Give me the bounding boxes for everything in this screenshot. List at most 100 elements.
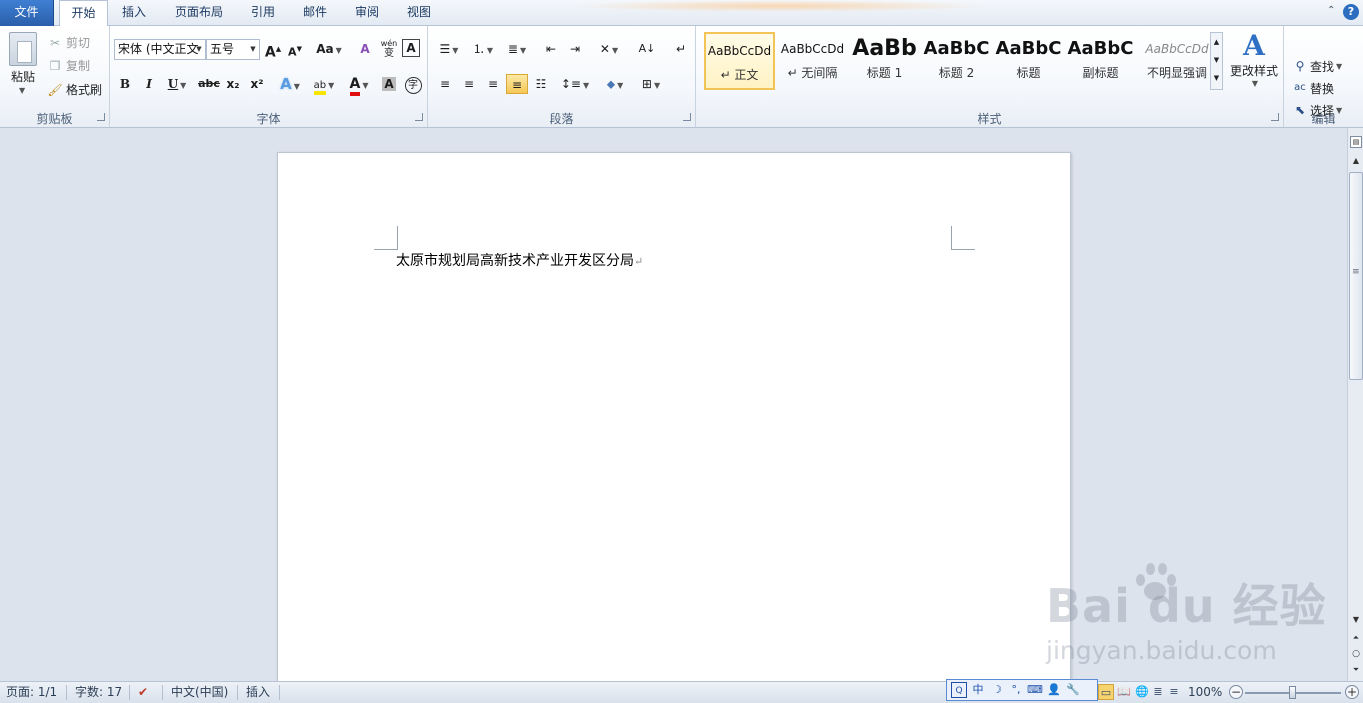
numbering-icon[interactable]: ⒈ ▼ xyxy=(468,39,498,59)
style-title[interactable]: AaBbC 标题 xyxy=(993,32,1064,90)
text-effects-icon[interactable]: A ▼ xyxy=(276,74,304,94)
grow-font-icon[interactable]: A▲ xyxy=(262,39,284,61)
line-spacing-icon[interactable]: ↕≡ ▼ xyxy=(560,74,590,94)
gallery-down-icon[interactable]: ▼ xyxy=(1211,51,1222,69)
shading-icon[interactable]: ⬥ ▼ xyxy=(600,74,630,94)
gallery-more-icon[interactable]: ▼ xyxy=(1211,69,1222,87)
settings-wrench-icon[interactable]: 🔧 xyxy=(1065,682,1081,698)
ime-toolbar[interactable]: Q 中 ☽ °, ⌨ 👤 🔧 xyxy=(946,679,1098,701)
style-normal[interactable]: AaBbCcDd ↵ 正文 xyxy=(704,32,775,90)
proofing-icon[interactable]: ✔ xyxy=(138,682,148,703)
status-insert-mode[interactable]: 插入 xyxy=(246,682,270,703)
align-center-icon[interactable]: ≡ xyxy=(458,74,480,94)
italic-button[interactable]: I xyxy=(138,74,160,94)
scroll-up-icon[interactable]: ▲ xyxy=(1351,156,1361,168)
paste-icon[interactable] xyxy=(9,32,37,66)
change-styles-button[interactable]: A 更改样式 ▼ xyxy=(1226,30,1282,89)
align-left-icon[interactable]: ≡ xyxy=(434,74,456,94)
format-painter-button[interactable]: 🖌 格式刷 xyxy=(47,81,102,98)
paste-dropdown[interactable]: ▼ xyxy=(17,86,25,95)
style-heading-2[interactable]: AaBbC 标题 2 xyxy=(921,32,992,90)
punctuation-icon[interactable]: °, xyxy=(1008,682,1024,698)
gallery-scroll[interactable]: ▲ ▼ ▼ xyxy=(1210,32,1223,90)
style-no-spacing[interactable]: AaBbCcDd ↵ 无间隔 xyxy=(777,32,848,90)
zoom-out-icon[interactable]: − xyxy=(1229,685,1243,699)
vertical-scrollbar[interactable]: ▤ ▲ ▼ ⏶ ○ ⏷ xyxy=(1347,128,1363,681)
font-launcher[interactable] xyxy=(415,113,423,121)
justify-icon[interactable]: ≡ xyxy=(506,74,528,94)
bold-button[interactable]: B xyxy=(114,74,136,94)
change-case-icon[interactable]: Aa ▼ xyxy=(315,39,343,59)
multilevel-list-icon[interactable]: ≣ ▼ xyxy=(502,39,532,59)
status-language[interactable]: 中文(中国) xyxy=(171,682,228,703)
soft-keyboard-icon[interactable]: ⌨ xyxy=(1027,682,1043,698)
find-button[interactable]: ⚲ 查找 ▼ xyxy=(1292,56,1343,76)
sort-icon[interactable]: A↓ xyxy=(636,39,658,59)
document-text[interactable]: 太原市规划局高新技术产业开发区分局↵ xyxy=(396,250,643,270)
tab-file[interactable]: 文件 xyxy=(0,0,54,26)
enclose-characters-icon[interactable]: 字 xyxy=(402,74,424,94)
scroll-thumb[interactable] xyxy=(1349,172,1363,380)
superscript-button[interactable]: x² xyxy=(246,74,268,94)
character-shading-icon[interactable]: A xyxy=(378,74,400,94)
tab-review[interactable]: 审阅 xyxy=(346,0,388,26)
full-screen-reading-icon[interactable]: 📖 xyxy=(1116,684,1132,700)
replace-button[interactable]: ac 替换 xyxy=(1292,78,1334,98)
pinyin-guide-icon[interactable]: wén 变 xyxy=(378,39,400,59)
half-width-icon[interactable]: ☽ xyxy=(989,682,1005,698)
strikethrough-button[interactable]: abc xyxy=(196,74,222,94)
document-page[interactable]: 太原市规划局高新技术产业开发区分局↵ xyxy=(277,152,1071,703)
distributed-icon[interactable]: ☷ xyxy=(530,74,552,94)
ruler-toggle-icon[interactable]: ▤ xyxy=(1350,136,1362,148)
font-name-combo[interactable]: 宋体 (中文正文 ▼ xyxy=(114,39,206,60)
decrease-indent-icon[interactable]: ⇤ xyxy=(540,39,562,59)
web-layout-icon[interactable]: 🌐 xyxy=(1134,684,1150,700)
outline-view-icon[interactable]: ≣ xyxy=(1150,684,1166,700)
enclose-char-border-icon[interactable]: A xyxy=(402,39,420,57)
status-page[interactable]: 页面: 1/1 xyxy=(6,682,57,703)
font-size-combo[interactable]: 五号 ▼ xyxy=(206,39,260,60)
cut-button[interactable]: ✂ 剪切 xyxy=(47,34,90,51)
tab-insert[interactable]: 插入 xyxy=(112,0,156,26)
gallery-up-icon[interactable]: ▲ xyxy=(1211,33,1222,51)
zoom-in-icon[interactable]: + xyxy=(1345,685,1359,699)
copy-button[interactable]: ❐ 复制 xyxy=(47,57,90,74)
zoom-level[interactable]: 100% xyxy=(1188,682,1222,703)
next-page-icon[interactable]: ⏷ xyxy=(1351,665,1361,677)
show-marks-icon[interactable]: ↵ xyxy=(670,39,692,59)
tab-mailings[interactable]: 邮件 xyxy=(294,0,336,26)
font-color-icon[interactable]: A ▼ xyxy=(344,74,374,96)
draft-view-icon[interactable]: ≡ xyxy=(1166,684,1182,700)
minimize-ribbon-icon[interactable]: ⌃ xyxy=(1327,5,1339,19)
increase-indent-icon[interactable]: ⇥ xyxy=(564,39,586,59)
tab-view[interactable]: 视图 xyxy=(398,0,440,26)
borders-icon[interactable]: ⊞ ▼ xyxy=(636,74,666,94)
select-button[interactable]: ⬉ 选择 ▼ xyxy=(1292,100,1342,120)
chinese-layout-icon[interactable]: ✕ ▼ xyxy=(594,39,624,59)
ime-logo-icon[interactable]: Q xyxy=(951,682,967,698)
scroll-down-icon[interactable]: ▼ xyxy=(1351,615,1361,627)
highlight-color-icon[interactable]: ab ▼ xyxy=(308,74,340,95)
tab-references[interactable]: 引用 xyxy=(242,0,284,26)
style-subtle-emphasis[interactable]: AaBbCcDd 不明显强调 xyxy=(1137,32,1217,90)
tab-home[interactable]: 开始 xyxy=(59,0,108,27)
help-icon[interactable]: ? xyxy=(1343,4,1359,20)
shrink-font-icon[interactable]: A▼ xyxy=(284,39,306,59)
style-heading-1[interactable]: AaBb 标题 1 xyxy=(849,32,920,90)
align-right-icon[interactable]: ≡ xyxy=(482,74,504,94)
status-word-count[interactable]: 字数: 17 xyxy=(75,682,122,703)
clipboard-launcher[interactable] xyxy=(97,113,105,121)
user-icon[interactable]: 👤 xyxy=(1046,682,1062,698)
print-layout-view-icon[interactable]: ▭ xyxy=(1098,684,1114,700)
previous-page-icon[interactable]: ⏶ xyxy=(1351,633,1361,645)
browse-object-icon[interactable]: ○ xyxy=(1351,649,1361,661)
ime-lang-indicator[interactable]: 中 xyxy=(970,682,986,698)
zoom-slider-thumb[interactable] xyxy=(1289,686,1296,699)
tab-page-layout[interactable]: 页面布局 xyxy=(164,0,234,26)
clear-formatting-icon[interactable]: A xyxy=(354,39,376,59)
subscript-button[interactable]: x₂ xyxy=(222,74,244,94)
paste-button[interactable]: 粘贴 xyxy=(9,68,37,85)
style-subtitle[interactable]: AaBbC 副标题 xyxy=(1065,32,1136,90)
bullets-icon[interactable]: ☰ ▼ xyxy=(434,39,464,59)
paragraph-launcher[interactable] xyxy=(683,113,691,121)
